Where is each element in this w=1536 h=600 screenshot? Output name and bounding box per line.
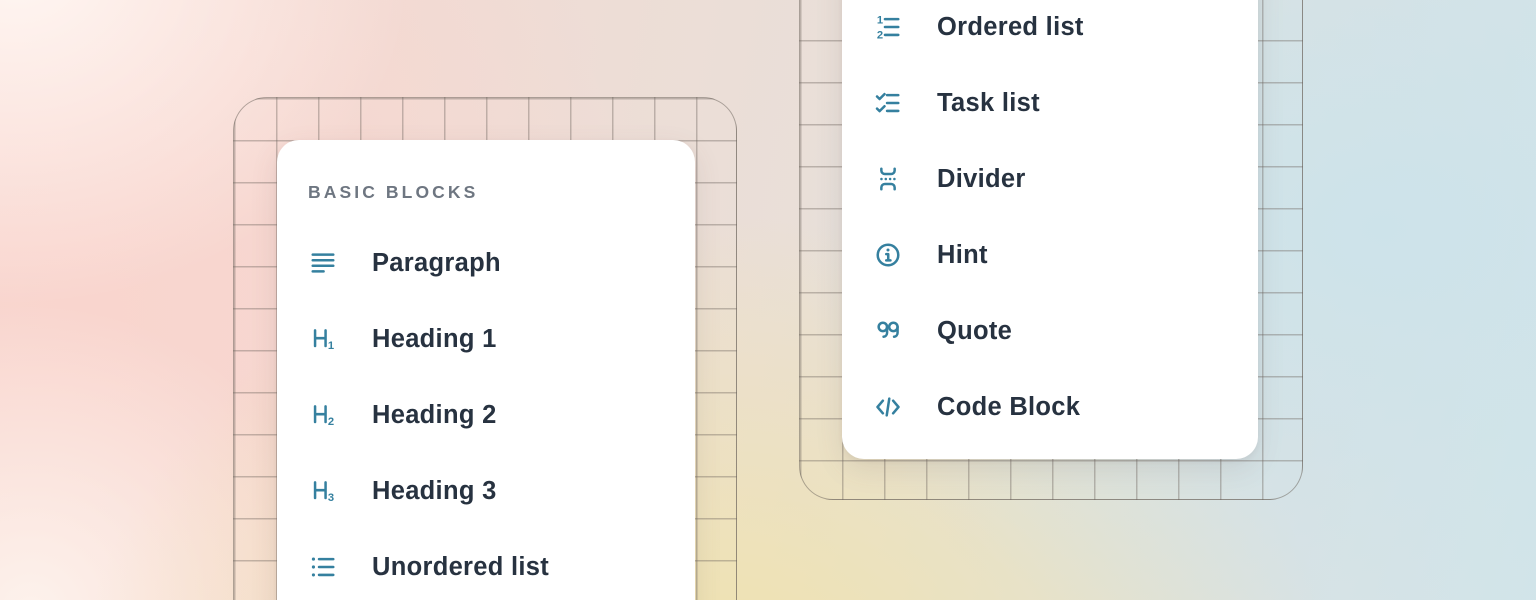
illustration-canvas: BASIC BLOCKS Paragraph 1 Heading 1 2 Hea… bbox=[0, 0, 1536, 600]
menu-item-label: Heading 1 bbox=[372, 325, 497, 354]
menu-items-basic: Paragraph 1 Heading 1 2 Heading 2 3 Head… bbox=[277, 225, 695, 600]
unordered-list-icon bbox=[309, 553, 337, 581]
menu-item-label: Quote bbox=[937, 317, 1012, 346]
menu-item-divider[interactable]: Divider bbox=[842, 141, 1258, 217]
section-label-basic-blocks: BASIC BLOCKS bbox=[308, 182, 695, 202]
task-list-icon bbox=[874, 89, 902, 117]
ordered-list-icon: 12 bbox=[874, 13, 902, 41]
heading-1-icon: 1 bbox=[309, 325, 337, 353]
menu-item-label: Heading 2 bbox=[372, 401, 497, 430]
menu-item-heading-2[interactable]: 2 Heading 2 bbox=[277, 377, 695, 453]
menu-item-heading-3[interactable]: 3 Heading 3 bbox=[277, 453, 695, 529]
svg-text:2: 2 bbox=[877, 30, 883, 41]
menu-item-ordered-list[interactable]: 12 Ordered list bbox=[842, 0, 1258, 65]
menu-item-paragraph[interactable]: Paragraph bbox=[277, 225, 695, 301]
basic-blocks-menu: BASIC BLOCKS Paragraph 1 Heading 1 2 Hea… bbox=[277, 140, 695, 600]
svg-text:2: 2 bbox=[328, 416, 334, 428]
menu-item-unordered-list[interactable]: Unordered list bbox=[277, 529, 695, 600]
menu-item-label: Heading 3 bbox=[372, 477, 497, 506]
more-blocks-menu: 12 Ordered list Task list Divider Hint Q… bbox=[842, 0, 1258, 459]
menu-item-label: Code Block bbox=[937, 393, 1080, 422]
menu-item-label: Ordered list bbox=[937, 13, 1084, 42]
menu-item-hint[interactable]: Hint bbox=[842, 217, 1258, 293]
paragraph-icon bbox=[309, 249, 337, 277]
heading-2-icon: 2 bbox=[309, 401, 337, 429]
code-block-icon bbox=[874, 393, 902, 421]
svg-text:1: 1 bbox=[877, 15, 883, 27]
menu-item-heading-1[interactable]: 1 Heading 1 bbox=[277, 301, 695, 377]
menu-item-label: Hint bbox=[937, 241, 988, 270]
menu-item-quote[interactable]: Quote bbox=[842, 293, 1258, 369]
menu-item-label: Unordered list bbox=[372, 553, 549, 582]
menu-item-label: Paragraph bbox=[372, 249, 501, 278]
heading-3-icon: 3 bbox=[309, 477, 337, 505]
hint-icon bbox=[874, 241, 902, 269]
svg-text:1: 1 bbox=[328, 340, 334, 352]
menu-item-label: Task list bbox=[937, 89, 1040, 118]
menu-item-label: Divider bbox=[937, 165, 1026, 194]
menu-items-more: 12 Ordered list Task list Divider Hint Q… bbox=[842, 0, 1258, 445]
divider-icon bbox=[874, 165, 902, 193]
menu-item-code-block[interactable]: Code Block bbox=[842, 369, 1258, 445]
svg-text:3: 3 bbox=[328, 492, 334, 504]
menu-item-task-list[interactable]: Task list bbox=[842, 65, 1258, 141]
quote-icon bbox=[874, 317, 902, 345]
